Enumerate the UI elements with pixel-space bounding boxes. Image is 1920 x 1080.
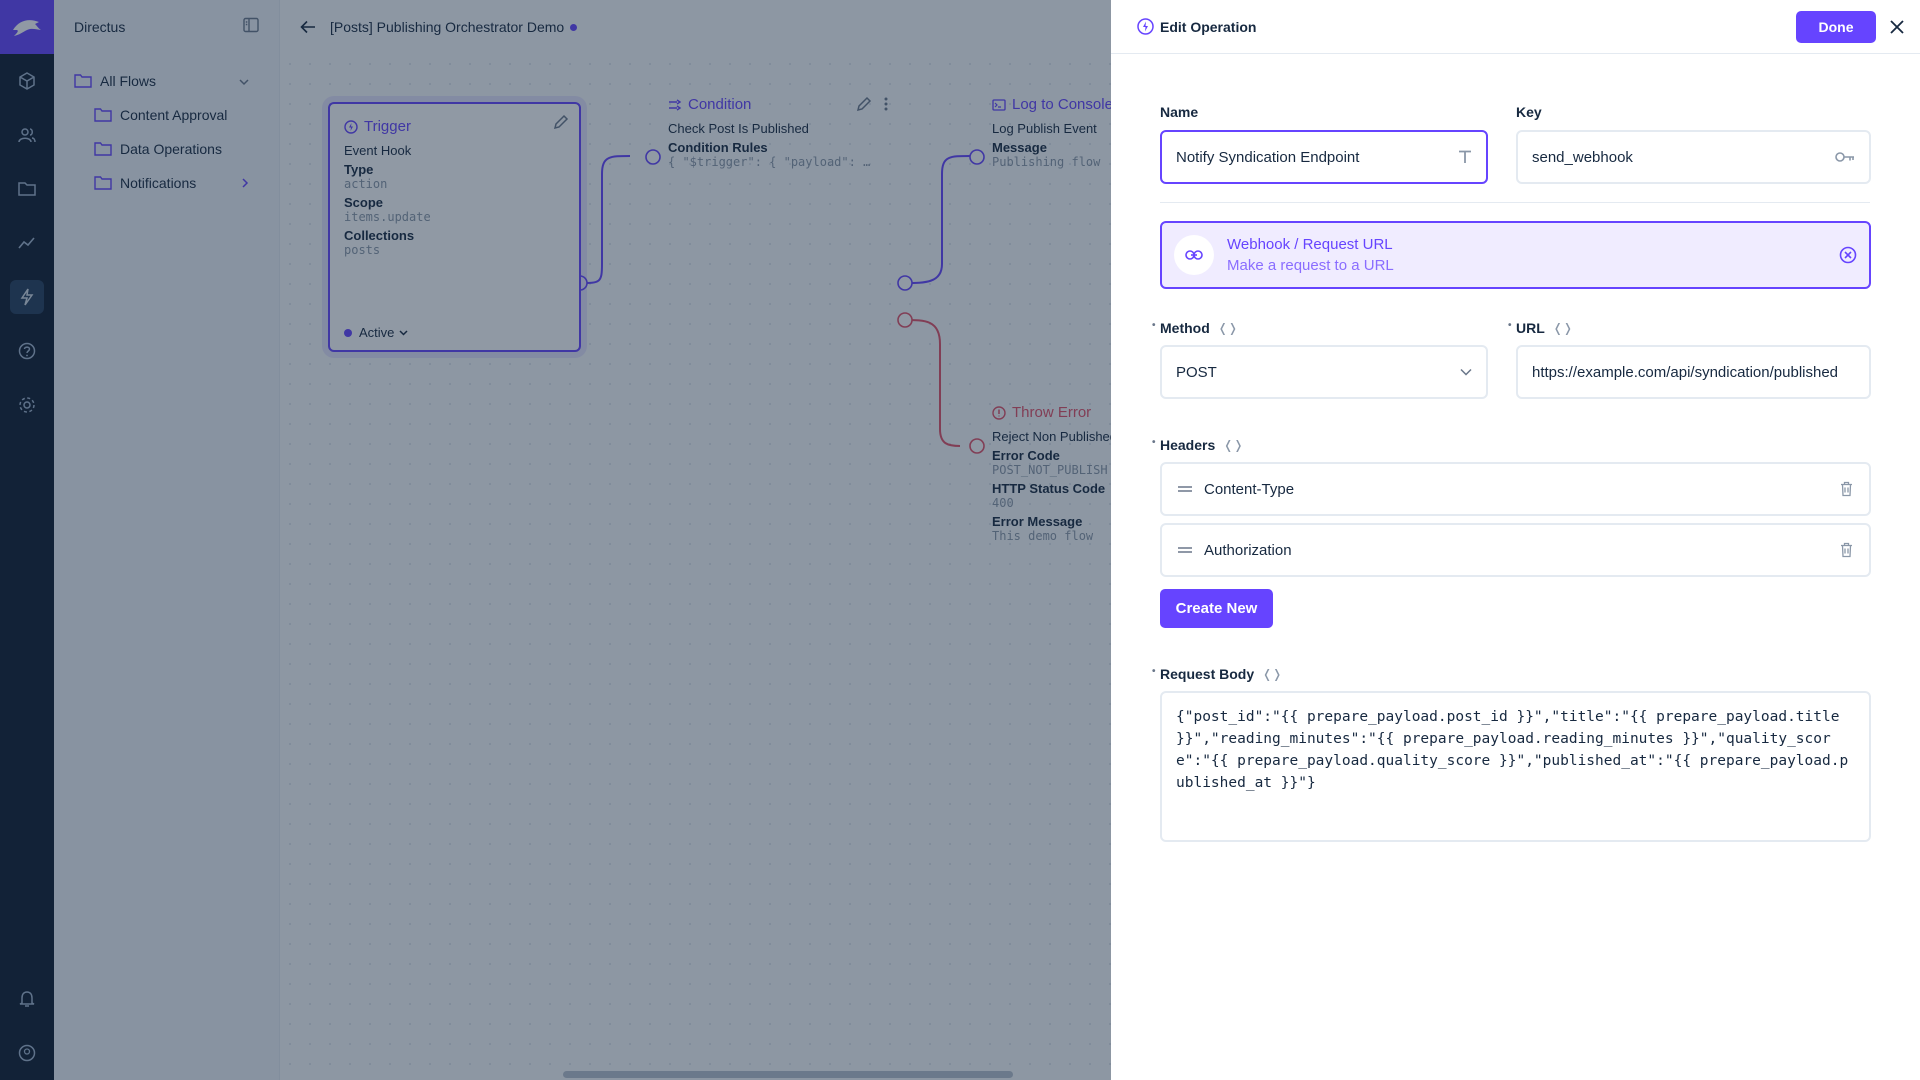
operation-type-description: Make a request to a URL — [1227, 257, 1394, 274]
variable-code-icon: ❬❭ — [1223, 438, 1244, 452]
key-label: Key — [1516, 104, 1542, 120]
headers-label: • Headers ❬❭ — [1152, 437, 1244, 453]
close-icon[interactable] — [1890, 19, 1904, 34]
done-button[interactable]: Done — [1796, 10, 1876, 43]
key-input[interactable]: send_webhook — [1516, 130, 1871, 184]
url-input[interactable]: https://example.com/api/syndication/publ… — [1516, 345, 1871, 399]
name-label: Name — [1160, 104, 1199, 120]
method-select[interactable]: POST — [1160, 345, 1488, 399]
url-label: • URL ❬❭ — [1508, 320, 1573, 336]
modal-overlay[interactable] — [0, 0, 1111, 1080]
variable-code-icon: ❬❭ — [1262, 667, 1283, 681]
drawer-title: Edit Operation — [1160, 18, 1257, 35]
request-body-label: • Request Body ❬❭ — [1152, 666, 1283, 682]
method-label: • Method ❬❭ — [1152, 320, 1238, 336]
chevron-down-icon — [1460, 368, 1472, 376]
request-body-editor[interactable]: {"post_id":"{{ prepare_payload.post_id }… — [1160, 691, 1871, 842]
header-row[interactable]: Authorization — [1160, 523, 1871, 577]
operation-bolt-icon — [1137, 18, 1154, 35]
variable-code-icon: ❬❭ — [1217, 321, 1238, 335]
variable-code-icon: ❬❭ — [1552, 321, 1573, 335]
clear-operation-icon[interactable] — [1839, 246, 1857, 264]
create-new-button[interactable]: Create New — [1160, 589, 1273, 628]
link-icon — [1174, 235, 1214, 275]
drawer-header: Edit Operation Done — [1111, 0, 1920, 54]
drag-handle-icon[interactable] — [1178, 546, 1192, 554]
operation-type-name: Webhook / Request URL — [1227, 236, 1393, 253]
drag-handle-icon[interactable] — [1178, 485, 1192, 493]
operation-type-card[interactable]: Webhook / Request URL Make a request to … — [1160, 221, 1871, 289]
section-divider — [1160, 202, 1870, 203]
key-icon — [1835, 151, 1855, 163]
header-row[interactable]: Content-Type — [1160, 462, 1871, 516]
operation-type-text: Webhook / Request URL Make a request to … — [1227, 236, 1394, 274]
name-input[interactable]: Notify Syndication Endpoint — [1160, 130, 1488, 184]
text-format-icon — [1458, 150, 1472, 164]
delete-trash-icon[interactable] — [1840, 481, 1853, 497]
delete-trash-icon[interactable] — [1840, 542, 1853, 558]
